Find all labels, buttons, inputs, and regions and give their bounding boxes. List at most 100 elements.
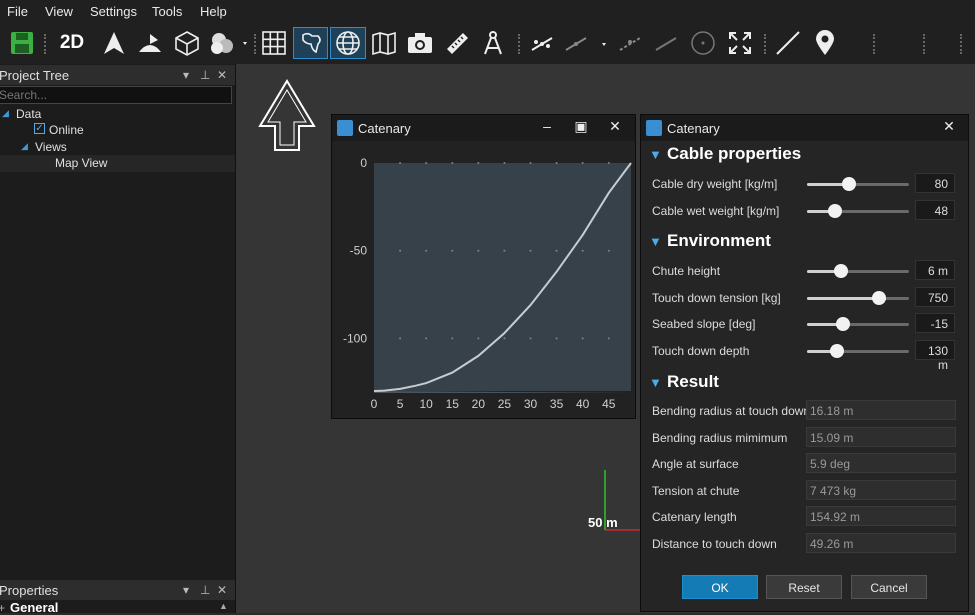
param-slider[interactable] xyxy=(807,317,909,332)
result-row: Angle at surface 5.9 deg xyxy=(652,453,957,475)
menu-settings[interactable]: Settings xyxy=(90,4,137,19)
compass-tool-icon[interactable] xyxy=(477,27,509,59)
x-tick-label: 5 xyxy=(397,397,404,411)
catenary-chart-window: Catenary ‒ ▣ ✕ 0 -50 -100 0 5 10 15 20 25 30 35 40 4… xyxy=(331,114,636,419)
panel-menu-icon[interactable]: ▾ xyxy=(183,68,189,82)
polyline-tool-icon[interactable] xyxy=(562,27,610,59)
checkbox-online[interactable]: ✓ xyxy=(34,123,45,134)
properties-header: Properties ▾ ⊥ ✕ xyxy=(0,580,235,600)
param-slider[interactable] xyxy=(807,290,909,305)
result-row: Bending radius mimimum 15.09 m xyxy=(652,426,957,449)
param-value-field[interactable]: 48 xyxy=(915,199,955,220)
globe-icon[interactable] xyxy=(330,27,366,59)
ok-button[interactable]: OK xyxy=(682,575,758,599)
close-icon[interactable]: ✕ xyxy=(937,118,961,138)
section-cable-properties[interactable]: ▼ Cable properties xyxy=(649,144,801,164)
result-row: Tension at chute 7 473 kg xyxy=(652,479,957,502)
result-label: Bending radius mimimum xyxy=(652,430,788,445)
param-label: Chute height xyxy=(652,264,721,278)
disabled-line-icon[interactable] xyxy=(650,27,682,59)
param-value-field[interactable]: 6 m xyxy=(915,260,955,280)
param-slider[interactable] xyxy=(807,343,909,358)
draw-line-icon[interactable] xyxy=(772,27,804,59)
section-environment[interactable]: ▼ Environment xyxy=(649,231,771,251)
slider-knob[interactable] xyxy=(872,290,887,305)
close-icon[interactable]: ✕ xyxy=(217,68,227,82)
world-map-icon[interactable] xyxy=(293,27,328,59)
expand-arrow-icon[interactable]: ◢ xyxy=(2,108,9,119)
chart-window-titlebar[interactable]: Catenary ‒ ▣ ✕ xyxy=(332,115,635,141)
result-row: Catenary length 154.92 m xyxy=(652,506,957,528)
circle-tool-icon[interactable] xyxy=(687,27,719,59)
slider-knob[interactable] xyxy=(841,177,856,191)
slider-knob[interactable] xyxy=(835,317,850,332)
close-icon[interactable]: ✕ xyxy=(217,583,227,597)
tree-item-views[interactable]: Views xyxy=(35,140,67,154)
dashed-line-icon[interactable] xyxy=(614,27,646,59)
project-tree-title: Project Tree xyxy=(0,68,70,83)
panel-menu-icon[interactable]: ▾ xyxy=(183,583,189,597)
x-tick-label: 45 xyxy=(602,397,616,411)
slider-knob[interactable] xyxy=(829,343,844,358)
2d-mode-icon[interactable]: 2D xyxy=(54,27,90,59)
param-label: Touch down tension [kg] xyxy=(652,290,781,305)
grid-dot xyxy=(451,337,454,340)
param-value-field[interactable]: 80 xyxy=(915,173,955,193)
x-tick-label: 10 xyxy=(419,397,433,411)
maximize-icon[interactable]: ▣ xyxy=(569,118,593,138)
dialog-titlebar[interactable]: Catenary ✕ xyxy=(641,115,968,141)
save-icon[interactable] xyxy=(6,27,38,59)
project-tree-header: Project Tree ▾ ⊥ ✕ xyxy=(0,65,235,85)
fullscreen-icon[interactable] xyxy=(724,27,756,59)
line-tool-icon[interactable] xyxy=(526,27,558,59)
scale-label: 50 m xyxy=(588,515,618,530)
param-slider[interactable] xyxy=(807,264,909,278)
slider-knob[interactable] xyxy=(833,264,848,278)
close-icon[interactable]: ✕ xyxy=(603,118,627,138)
ruler-icon[interactable] xyxy=(441,27,473,59)
param-value-field[interactable]: -15 xyxy=(915,313,955,334)
north-arrow-icon xyxy=(258,79,316,151)
minimize-icon[interactable]: ‒ xyxy=(535,118,559,138)
tree-item-online[interactable]: Online xyxy=(49,123,84,137)
search-input[interactable] xyxy=(0,86,232,104)
map-book-icon[interactable] xyxy=(368,27,400,59)
grid-dot xyxy=(399,162,402,164)
grid-dot xyxy=(477,162,480,164)
param-slider[interactable] xyxy=(807,203,909,218)
menu-file[interactable]: File xyxy=(7,4,28,19)
grid-icon[interactable] xyxy=(258,27,290,59)
north-arrow-icon[interactable] xyxy=(98,27,130,59)
3d-cube-icon[interactable] xyxy=(171,27,203,59)
grid-dot xyxy=(477,337,480,340)
menu-tools[interactable]: Tools xyxy=(152,4,182,19)
grid-dot xyxy=(607,249,610,252)
param-value-field[interactable]: 130 m xyxy=(915,339,955,372)
section-result[interactable]: ▼ Result xyxy=(649,372,719,392)
pin-icon[interactable]: ⊥ xyxy=(200,68,210,82)
terrain-icon[interactable] xyxy=(134,27,166,59)
grid-dot xyxy=(529,162,532,164)
grid-dot xyxy=(477,249,480,252)
param-slider[interactable] xyxy=(807,177,909,191)
expand-arrow-icon[interactable]: ◢ xyxy=(21,141,28,152)
cancel-button[interactable]: Cancel xyxy=(851,575,927,599)
camera-icon[interactable] xyxy=(404,27,436,59)
map-pin-icon[interactable] xyxy=(809,27,841,59)
slider-knob[interactable] xyxy=(827,203,842,218)
menu-view[interactable]: View xyxy=(45,4,73,19)
tree-item-map-view[interactable]: Map View xyxy=(55,156,107,170)
chevron-down-icon: ▼ xyxy=(649,375,662,390)
pin-icon[interactable]: ⊥ xyxy=(200,583,210,597)
section-environment-label: Environment xyxy=(667,231,771,250)
menu-help[interactable]: Help xyxy=(200,4,227,19)
result-label: Bending radius at touch down xyxy=(652,404,811,418)
tree-item-data[interactable]: Data xyxy=(16,107,41,121)
param-row: Cable wet weight [kg/m] 48 xyxy=(652,199,957,222)
y-tick-label: -100 xyxy=(343,331,367,345)
param-value-field[interactable]: 750 xyxy=(915,286,955,307)
param-row: Touch down depth 130 m xyxy=(652,339,957,372)
layers-icon[interactable] xyxy=(207,27,251,59)
reset-button[interactable]: Reset xyxy=(766,575,842,599)
scroll-up-icon[interactable]: ▲ xyxy=(219,601,228,611)
